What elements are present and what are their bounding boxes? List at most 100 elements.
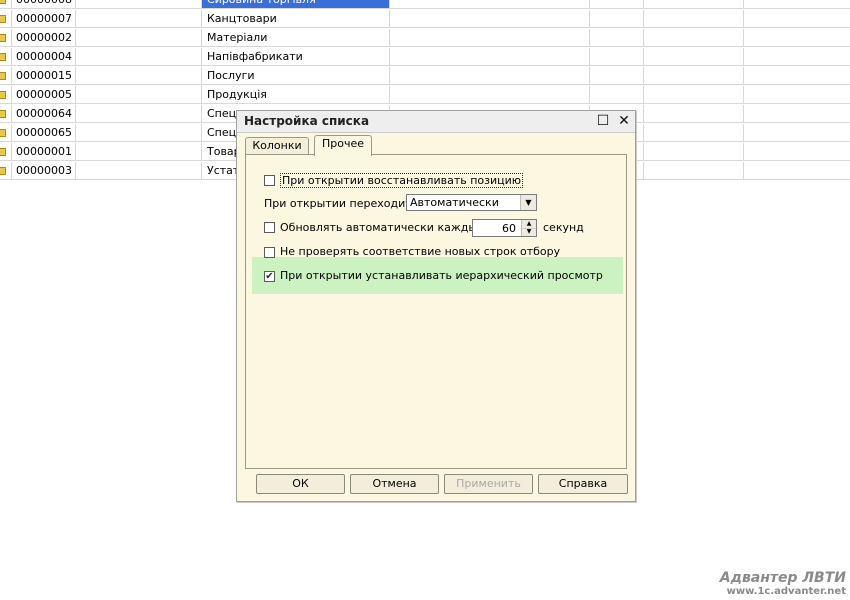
refresh-interval-value: 60 <box>502 222 516 235</box>
folder-icon <box>0 34 6 42</box>
cancel-button[interactable]: Отмена <box>350 474 439 494</box>
restore-position-checkbox[interactable] <box>264 175 275 186</box>
code-cell: 00000001 <box>12 143 76 161</box>
empty-cell <box>644 29 744 47</box>
hierarchical-view-label: При открытии устанавливать иерархический… <box>280 269 603 282</box>
watermark: Адвантер ЛВТИ www.1c.advanter.net <box>720 570 846 597</box>
stepper-down-icon[interactable]: ▼ <box>522 228 536 236</box>
ok-button[interactable]: ОК <box>256 474 345 494</box>
empty-cell <box>744 10 850 28</box>
goto-select[interactable]: Автоматически ▼ <box>406 194 537 211</box>
name-cell: Напівфабрикати <box>202 48 390 66</box>
name-cell: Продукція <box>202 86 390 104</box>
dialog-titlebar[interactable]: Настройка списка ☐ ✕ <box>237 111 635 133</box>
folder-icon <box>0 129 6 137</box>
chevron-down-icon[interactable]: ▼ <box>520 195 536 210</box>
empty-cell <box>644 10 744 28</box>
empty-cell <box>590 0 644 9</box>
auto-refresh-checkbox[interactable] <box>264 222 275 233</box>
close-icon[interactable]: ✕ <box>616 113 632 129</box>
code-cell: 00000005 <box>12 86 76 104</box>
name-cell: Канцтовари <box>202 10 390 28</box>
folder-icon-cell <box>0 10 12 28</box>
table-row[interactable]: 00000005 Продукція <box>0 86 850 105</box>
name-cell: Сировина торгівля <box>202 0 390 9</box>
empty-cell <box>744 143 850 161</box>
empty-cell <box>390 86 590 104</box>
empty-cell <box>744 124 850 142</box>
folder-icon <box>0 91 6 99</box>
no-check-new-rows-label: Не проверять соответствие новых строк от… <box>280 245 561 258</box>
code-cell: 00000008 <box>12 0 76 9</box>
tab-panel-other: При открытии восстанавливать позицию При… <box>245 154 627 469</box>
table-row[interactable]: 00000002 Матеріали <box>0 29 850 48</box>
empty-cell <box>76 105 202 123</box>
empty-cell <box>744 86 850 104</box>
empty-cell <box>744 67 850 85</box>
folder-icon <box>0 72 6 80</box>
folder-icon <box>0 0 6 4</box>
no-check-new-rows-checkbox[interactable] <box>264 247 275 258</box>
maximize-icon[interactable]: ☐ <box>595 113 611 129</box>
refresh-unit-label: секунд <box>543 221 584 234</box>
table-row[interactable]: 00000008 Сировина торгівля <box>0 0 850 10</box>
empty-cell <box>644 143 744 161</box>
code-cell: 00000003 <box>12 162 76 180</box>
code-cell: 00000007 <box>12 10 76 28</box>
empty-cell <box>76 10 202 28</box>
folder-icon-cell <box>0 29 12 47</box>
goto-select-value: Автоматически <box>410 196 499 209</box>
code-cell: 00000064 <box>12 105 76 123</box>
apply-button[interactable]: Применить <box>444 474 533 494</box>
empty-cell <box>644 86 744 104</box>
empty-cell <box>644 124 744 142</box>
table-row[interactable]: 00000004 Напівфабрикати <box>0 48 850 67</box>
empty-cell <box>76 162 202 180</box>
hierarchical-view-checkbox[interactable]: ✔ <box>264 271 275 282</box>
empty-cell <box>590 29 644 47</box>
goto-label: При открытии переходить: <box>264 197 422 210</box>
empty-cell <box>390 48 590 66</box>
code-cell: 00000015 <box>12 67 76 85</box>
folder-icon-cell <box>0 86 12 104</box>
folder-icon-cell <box>0 143 12 161</box>
name-cell: Матеріали <box>202 29 390 47</box>
folder-icon <box>0 148 6 156</box>
watermark-brand: Адвантер ЛВТИ <box>719 570 846 586</box>
folder-icon <box>0 15 6 23</box>
auto-refresh-label: Обновлять автоматически каждые <box>280 221 484 234</box>
code-cell: 00000002 <box>12 29 76 47</box>
empty-cell <box>744 105 850 123</box>
empty-cell <box>644 48 744 66</box>
refresh-interval-stepper[interactable]: 60 ▲ ▼ <box>472 219 537 237</box>
empty-cell <box>744 0 850 9</box>
empty-cell <box>76 124 202 142</box>
empty-cell <box>390 29 590 47</box>
code-cell: 00000004 <box>12 48 76 66</box>
folder-icon-cell <box>0 67 12 85</box>
folder-icon <box>0 53 6 61</box>
table-row[interactable]: 00000007 Канцтовари <box>0 10 850 29</box>
empty-cell <box>76 48 202 66</box>
folder-icon-cell <box>0 162 12 180</box>
empty-cell <box>644 67 744 85</box>
list-settings-dialog: Настройка списка ☐ ✕ Колонки Прочее При … <box>236 110 636 502</box>
tab-columns[interactable]: Колонки <box>245 137 309 155</box>
folder-icon-cell <box>0 124 12 142</box>
table-row[interactable]: 00000015 Послуги <box>0 67 850 86</box>
empty-cell <box>76 86 202 104</box>
stepper-buttons: ▲ ▼ <box>521 220 536 236</box>
folder-icon <box>0 167 6 175</box>
empty-cell <box>590 48 644 66</box>
empty-cell <box>76 67 202 85</box>
folder-icon-cell <box>0 0 12 9</box>
empty-cell <box>390 0 590 9</box>
folder-icon <box>0 110 6 118</box>
dialog-title: Настройка списка <box>244 114 370 128</box>
empty-cell <box>590 86 644 104</box>
help-button[interactable]: Справка <box>538 474 628 494</box>
empty-cell <box>590 67 644 85</box>
folder-icon-cell <box>0 48 12 66</box>
tab-other[interactable]: Прочее <box>314 135 372 156</box>
restore-position-label: При открытии восстанавливать позицию <box>280 173 524 188</box>
